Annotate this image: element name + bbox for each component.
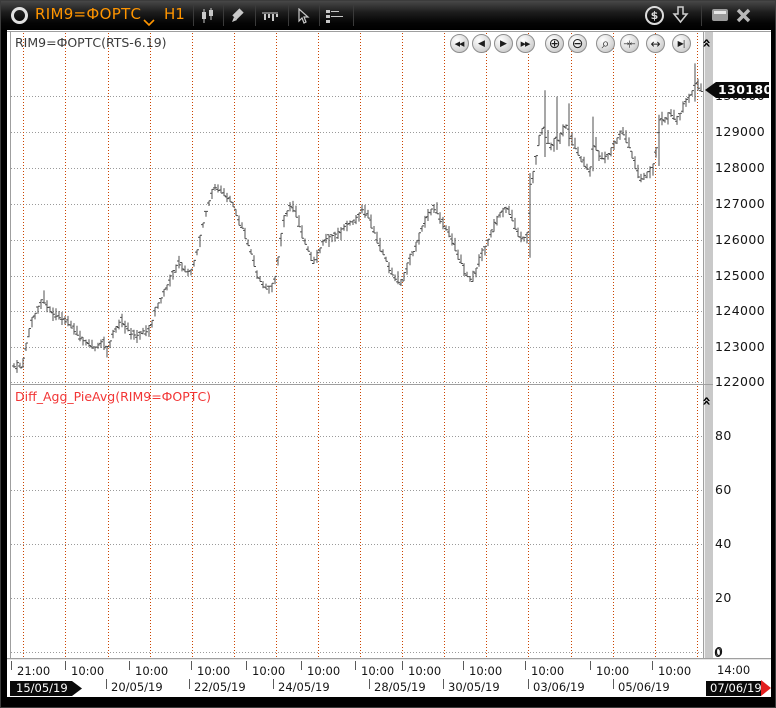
- indicator-axis-label: 80: [715, 428, 732, 443]
- step-back-icon: ◀: [478, 39, 484, 49]
- zoom-box-button[interactable]: ⌕: [596, 34, 615, 53]
- date-label: 05/06/19: [618, 680, 670, 694]
- price-axis-label: 126000: [715, 232, 765, 247]
- time-label: 10:00: [658, 664, 691, 678]
- indicator-axis-label: 40: [715, 536, 732, 551]
- indicator-axis-label: 20: [715, 590, 732, 605]
- date-label: 24/05/19: [278, 680, 330, 694]
- time-label: 21:00: [17, 664, 50, 678]
- go-to-end-button[interactable]: ▶|: [672, 34, 691, 53]
- compress-horizontal-button[interactable]: →|←: [620, 34, 639, 53]
- time-label: 10:00: [469, 664, 502, 678]
- date-label: 28/05/19: [374, 680, 426, 694]
- main-chart-title: RIM9=ФОРТС(RTS-6.19): [15, 35, 167, 50]
- step-forward-button[interactable]: ▶: [494, 34, 513, 53]
- date-label: 22/05/19: [194, 680, 246, 694]
- time-label: 10:00: [252, 664, 285, 678]
- zoom-out-button[interactable]: ⊖: [568, 34, 587, 53]
- time-label: 10:00: [408, 664, 441, 678]
- price-axis-label: 122000: [715, 374, 765, 389]
- step-back-button[interactable]: ◀: [472, 34, 491, 53]
- price-axis-label: 123000: [715, 339, 765, 354]
- price-axis-label: 129000: [715, 124, 765, 139]
- last-bar-time-label: 14:00: [717, 663, 750, 677]
- time-label: 10:00: [596, 664, 629, 678]
- zoom-in-button[interactable]: ⊕: [545, 34, 564, 53]
- rewind-icon: ◀◀: [455, 40, 464, 48]
- zoom-box-icon: ⌕: [602, 36, 609, 52]
- zoom-out-icon: ⊖: [572, 36, 583, 52]
- indicator-title: Diff_Agg_PieAvg(RIM9=ФОРТС): [15, 389, 211, 404]
- time-label: 10:00: [71, 664, 104, 678]
- time-label: 10:00: [135, 664, 168, 678]
- price-axis-label: 128000: [715, 160, 765, 175]
- price-axis-label: 127000: [715, 196, 765, 211]
- rewind-button[interactable]: ◀◀: [450, 34, 469, 53]
- time-label: 10:00: [197, 664, 230, 678]
- indicator-axis-label: 60: [715, 482, 732, 497]
- bar-width-icon: ↔: [650, 37, 659, 51]
- start-date-tag: 15/05/19: [10, 681, 82, 696]
- time-label: 10:00: [531, 664, 564, 678]
- fast-forward-button[interactable]: ▶▶: [516, 34, 535, 53]
- price-axis-label: 125000: [715, 268, 765, 283]
- time-label: 10:00: [307, 664, 340, 678]
- indicator-zero-label: 0: [714, 645, 722, 660]
- collapse-main-panel-icon[interactable]: »: [698, 35, 714, 51]
- last-price-tag: 130180: [705, 82, 769, 98]
- end-date-tag: 07/06/19: [706, 681, 761, 696]
- price-axis-label: 124000: [715, 303, 765, 318]
- fast-forward-icon: ▶▶: [521, 40, 530, 48]
- collapse-indicator-panel-icon[interactable]: »: [698, 393, 714, 409]
- chart-window: RIM9=ФОРТС H1: [0, 0, 776, 708]
- go-to-end-icon: ▶|: [678, 39, 685, 48]
- bar-width-button[interactable]: ↔: [646, 34, 665, 53]
- zoom-in-icon: ⊕: [549, 36, 560, 52]
- step-forward-icon: ▶: [500, 39, 506, 49]
- date-label: 03/06/19: [533, 680, 585, 694]
- date-label: 30/05/19: [448, 680, 500, 694]
- end-date-arrow-icon: [761, 680, 771, 696]
- date-label: 20/05/19: [111, 680, 163, 694]
- compress-horizontal-icon: →|←: [623, 40, 634, 48]
- chart-canvas[interactable]: [1, 1, 776, 708]
- time-label: 10:00: [361, 664, 394, 678]
